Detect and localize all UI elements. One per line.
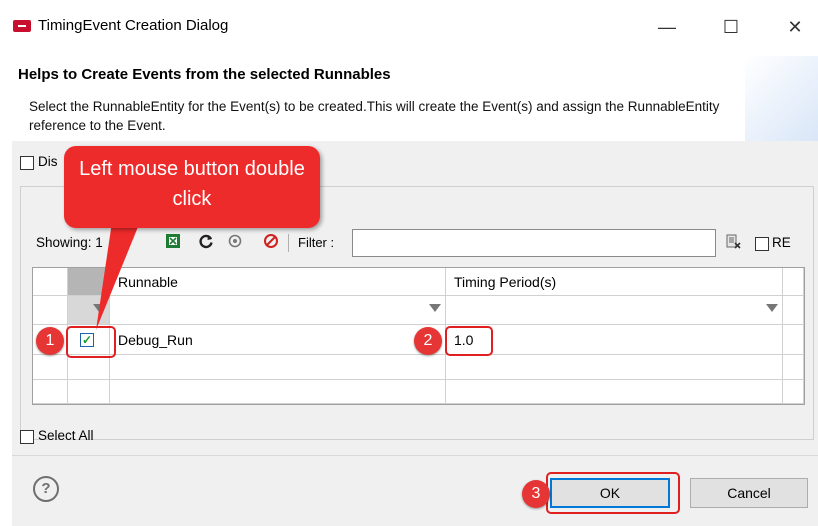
highlight-period [445,326,493,356]
highlight-checkbox [66,326,116,358]
step-badge-3: 3 [522,480,550,508]
step-badge-2: 2 [414,327,442,355]
callout-pointer [96,222,140,330]
highlight-ok [546,472,680,514]
instruction-callout: Left mouse button double click [64,146,320,228]
step-badge-1: 1 [36,327,64,355]
